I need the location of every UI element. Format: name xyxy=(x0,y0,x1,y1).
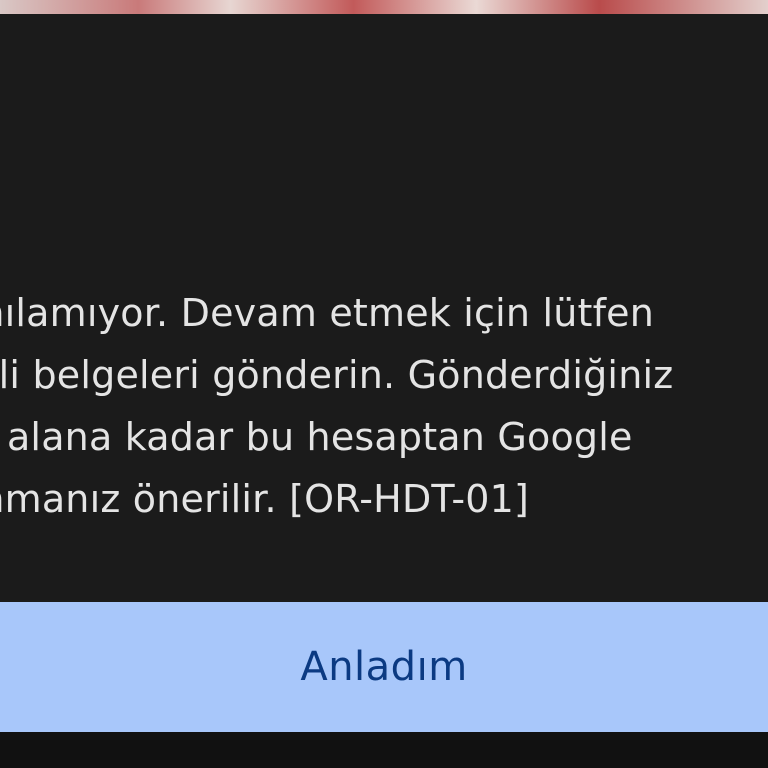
message-line-3: onayı alana kadar bu hesaptan Google xyxy=(0,415,633,459)
message-line-1: kullanılamıyor. Devam etmek için lütfen xyxy=(0,291,655,335)
bottom-edge xyxy=(0,732,768,768)
confirm-button-label: Anladım xyxy=(300,644,468,690)
message-line-2: gerekli belgeleri gönderin. Gönderdiğini… xyxy=(0,353,674,397)
message-line-4: kullanmanız önerilir. [OR-HDT-01] xyxy=(0,477,530,521)
background-app-strip xyxy=(0,0,768,14)
screen: kullanılamıyor. Devam etmek için lütfen … xyxy=(0,0,768,768)
dialog-message: kullanılamıyor. Devam etmek için lütfen … xyxy=(0,282,768,530)
confirm-button[interactable]: Anladım xyxy=(0,602,768,732)
